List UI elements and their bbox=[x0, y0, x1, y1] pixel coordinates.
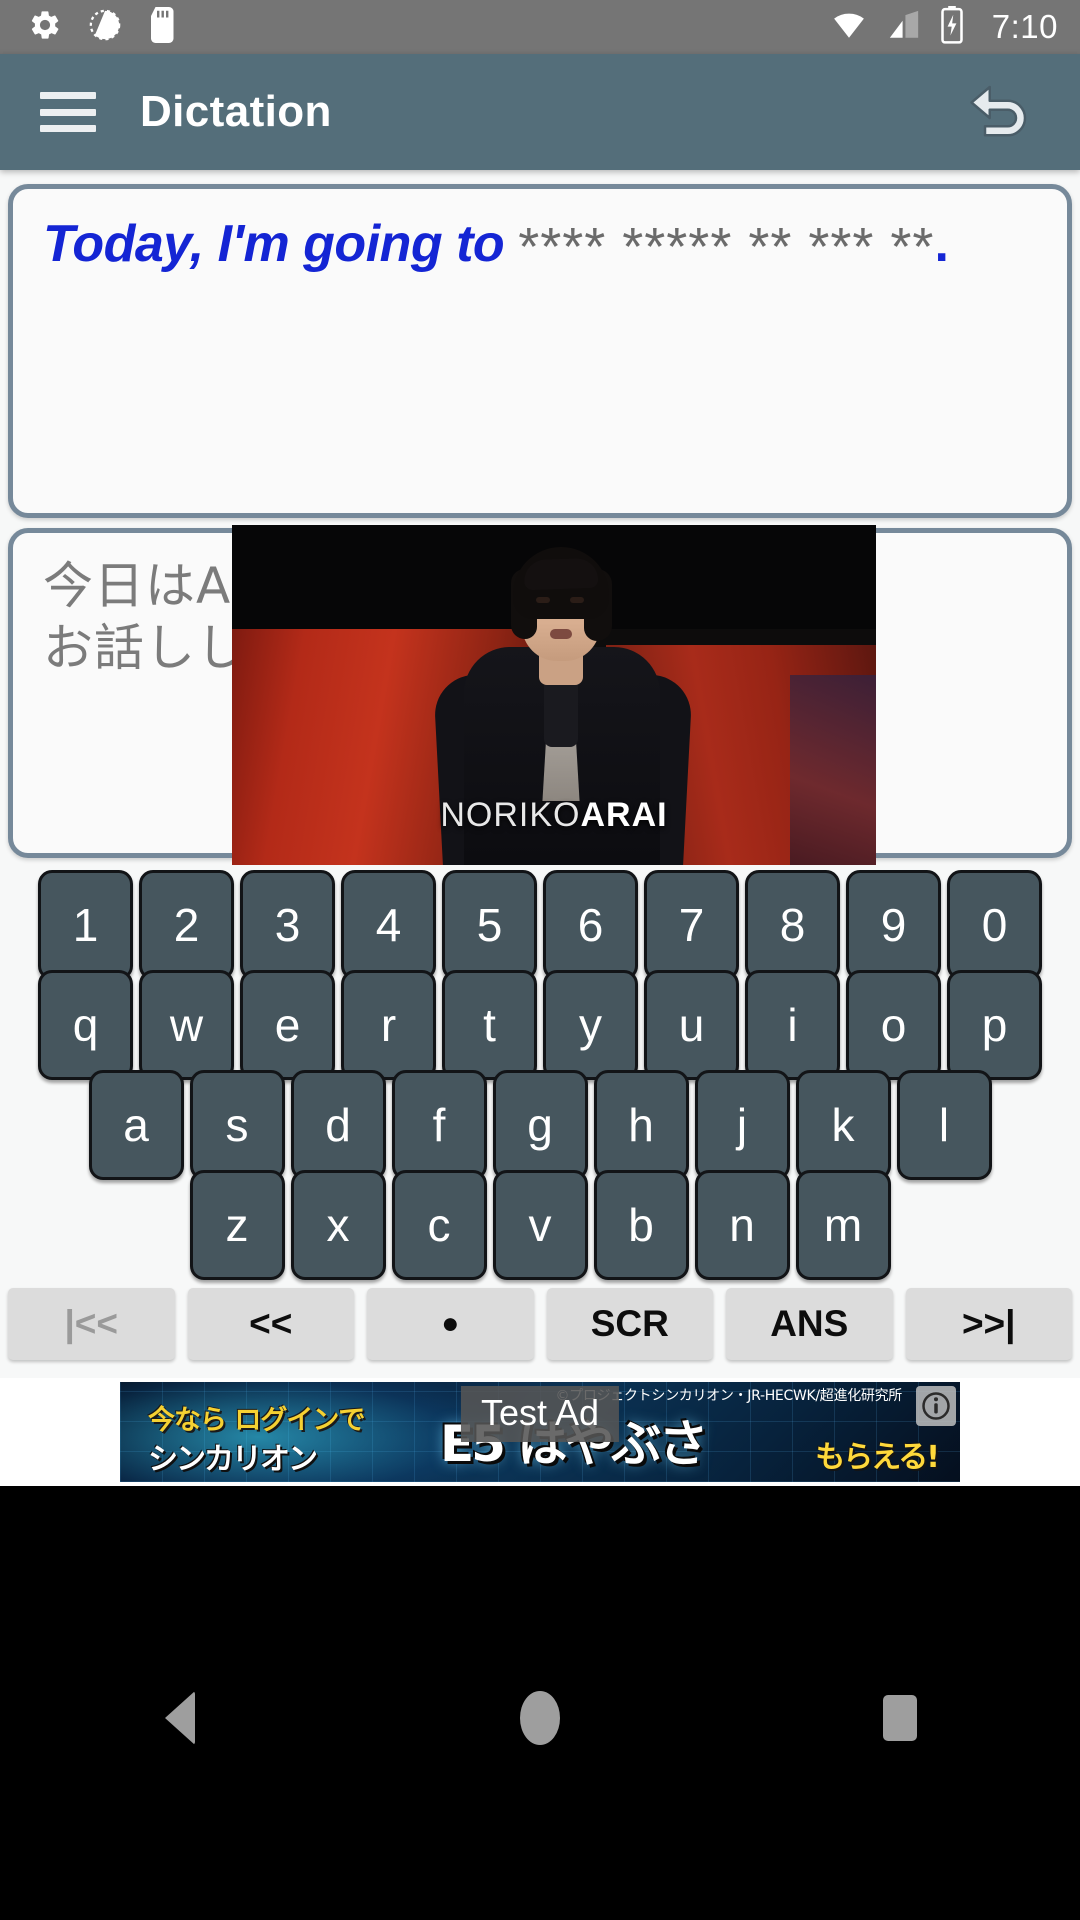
status-bar-left-icons bbox=[28, 6, 178, 48]
android-navigation-bar bbox=[0, 1486, 1080, 1920]
key-2[interactable]: 2 bbox=[139, 870, 234, 980]
wifi-icon bbox=[830, 8, 868, 47]
key-g[interactable]: g bbox=[492, 1070, 588, 1180]
key-c[interactable]: c bbox=[391, 1170, 487, 1280]
answer-button[interactable]: ANS bbox=[726, 1288, 893, 1360]
keyboard-row-home: asdfghjkl bbox=[0, 1070, 1080, 1180]
key-d[interactable]: d bbox=[290, 1070, 386, 1180]
key-4[interactable]: 4 bbox=[341, 870, 436, 980]
key-3[interactable]: 3 bbox=[240, 870, 335, 980]
key-o[interactable]: o bbox=[846, 970, 941, 1080]
key-h[interactable]: h bbox=[593, 1070, 689, 1180]
video-player-thumbnail[interactable]: NORIKOARAI bbox=[232, 525, 876, 865]
playback-control-bar: |<< << ● SCR ANS >>| bbox=[0, 1288, 1080, 1378]
battery-charging-icon bbox=[940, 5, 964, 49]
info-icon[interactable] bbox=[916, 1386, 956, 1426]
gear-icon bbox=[28, 8, 62, 47]
record-button[interactable]: ● bbox=[367, 1288, 534, 1360]
status-bar: 7:10 bbox=[0, 0, 1080, 54]
previous-button[interactable]: << bbox=[187, 1288, 354, 1360]
recents-icon[interactable] bbox=[830, 1663, 970, 1773]
answer-revealed-text: Today, I'm going to bbox=[43, 215, 505, 273]
first-button: |<< bbox=[8, 1288, 175, 1360]
video-speaker-mouth bbox=[550, 629, 572, 639]
video-caption-last-name: ARAI bbox=[580, 796, 668, 834]
keyboard-row-bottom: zxcvbnm bbox=[0, 1170, 1080, 1280]
key-f[interactable]: f bbox=[391, 1070, 487, 1180]
key-7[interactable]: 7 bbox=[644, 870, 739, 980]
key-s[interactable]: s bbox=[189, 1070, 285, 1180]
key-y[interactable]: y bbox=[543, 970, 638, 1080]
page-title: Dictation bbox=[140, 87, 332, 136]
key-l[interactable]: l bbox=[896, 1070, 992, 1180]
key-i[interactable]: i bbox=[745, 970, 840, 1080]
key-9[interactable]: 9 bbox=[846, 870, 941, 980]
keyboard-row-top: qwertyuiop bbox=[0, 970, 1080, 1080]
dictation-answer-input[interactable]: Today, I'm going to **** ***** ** *** **. bbox=[8, 184, 1072, 518]
key-k[interactable]: k bbox=[795, 1070, 891, 1180]
key-j[interactable]: j bbox=[694, 1070, 790, 1180]
key-q[interactable]: q bbox=[38, 970, 133, 1080]
video-speaker-caption: NORIKOARAI bbox=[232, 796, 876, 835]
app-bar: Dictation bbox=[0, 54, 1080, 170]
key-1[interactable]: 1 bbox=[38, 870, 133, 980]
key-6[interactable]: 6 bbox=[543, 870, 638, 980]
key-0[interactable]: 0 bbox=[947, 870, 1042, 980]
ad-headline-bottom: シンカリオン bbox=[148, 1442, 318, 1477]
key-p[interactable]: p bbox=[947, 970, 1042, 1080]
script-button[interactable]: SCR bbox=[546, 1288, 713, 1360]
key-x[interactable]: x bbox=[290, 1170, 386, 1280]
answer-line: Today, I'm going to **** ***** ** *** **. bbox=[43, 217, 1037, 276]
undo-arrow-icon[interactable] bbox=[958, 69, 1044, 155]
key-v[interactable]: v bbox=[492, 1170, 588, 1280]
app-screen: 7:10 Dictation Today, I'm going to **** *… bbox=[0, 0, 1080, 1920]
key-b[interactable]: b bbox=[593, 1170, 689, 1280]
key-z[interactable]: z bbox=[189, 1170, 285, 1280]
home-icon[interactable] bbox=[470, 1663, 610, 1773]
cell-signal-icon bbox=[886, 8, 922, 47]
key-a[interactable]: a bbox=[88, 1070, 184, 1180]
answer-punctuation: . bbox=[934, 215, 949, 273]
ad-headline-cta: もらえる! bbox=[815, 1440, 940, 1475]
back-icon[interactable] bbox=[110, 1663, 250, 1773]
status-bar-right-icons: 7:10 bbox=[830, 5, 1058, 49]
sync-progress-icon bbox=[88, 8, 122, 47]
key-r[interactable]: r bbox=[341, 970, 436, 1080]
ad-test-label: Test Ad bbox=[460, 1386, 620, 1442]
on-screen-keyboard: 1234567890 qwertyuiop asdfghjkl zxcvbnm bbox=[0, 866, 1080, 1298]
ad-container: 今なら ログインで シンカリオン E5 はやぶさ もらえる! ©プロジェクトシン… bbox=[0, 1378, 1080, 1486]
video-speaker-eye-right bbox=[570, 597, 584, 603]
next-button[interactable]: >>| bbox=[905, 1288, 1072, 1360]
video-speaker-eye-left bbox=[536, 597, 550, 603]
key-m[interactable]: m bbox=[795, 1170, 891, 1280]
ad-headline-top: 今なら ログインで bbox=[148, 1405, 365, 1436]
key-t[interactable]: t bbox=[442, 970, 537, 1080]
key-n[interactable]: n bbox=[694, 1170, 790, 1280]
key-5[interactable]: 5 bbox=[442, 870, 537, 980]
video-speaker-jacket-gap bbox=[544, 677, 578, 747]
status-bar-clock: 7:10 bbox=[991, 8, 1058, 45]
key-u[interactable]: u bbox=[644, 970, 739, 1080]
hamburger-menu-icon[interactable] bbox=[40, 92, 96, 132]
keyboard-row-numbers: 1234567890 bbox=[0, 870, 1080, 980]
ad-banner[interactable]: 今なら ログインで シンカリオン E5 はやぶさ もらえる! ©プロジェクトシン… bbox=[120, 1382, 960, 1482]
key-8[interactable]: 8 bbox=[745, 870, 840, 980]
key-e[interactable]: e bbox=[240, 970, 335, 1080]
video-speaker-bangs bbox=[523, 557, 599, 591]
video-curtain-far bbox=[790, 675, 876, 865]
answer-masked-text: **** ***** ** *** ** bbox=[518, 217, 935, 277]
key-w[interactable]: w bbox=[139, 970, 234, 1080]
sd-card-icon bbox=[148, 6, 178, 48]
video-caption-first-name: NORIKO bbox=[440, 796, 581, 834]
